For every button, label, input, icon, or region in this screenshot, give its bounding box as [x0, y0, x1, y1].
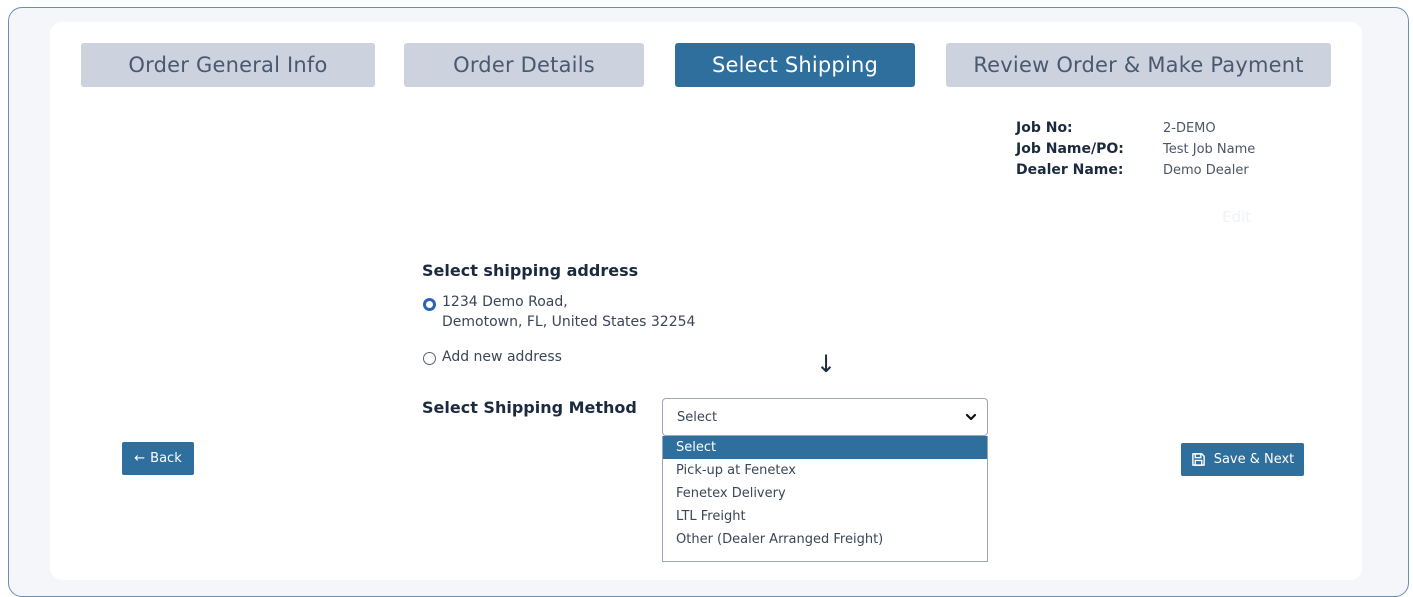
job-info-panel: Job No: 2-DEMO Job Name/PO: Test Job Nam… — [1016, 118, 1255, 181]
tab-select-shipping[interactable]: Select Shipping — [675, 43, 915, 87]
dropdown-option-ltl-freight[interactable]: LTL Freight — [663, 505, 987, 528]
address-option[interactable]: 1234 Demo Road, Demotown, FL, United Sta… — [442, 292, 695, 332]
back-button-label: Back — [150, 451, 182, 466]
address-line-1: 1234 Demo Road, — [442, 294, 568, 310]
arrow-left-icon: ← — [134, 451, 146, 466]
job-name-value: Test Job Name — [1163, 142, 1256, 157]
add-new-address-radio[interactable] — [423, 352, 436, 365]
dropdown-option-select[interactable]: Select — [663, 436, 987, 459]
job-no-label: Job No: — [1016, 120, 1073, 136]
down-arrow-icon: ↓ — [816, 350, 837, 378]
shipping-method-select[interactable]: Select — [662, 398, 988, 436]
dropdown-option-other[interactable]: Other (Dealer Arranged Freight) — [663, 528, 987, 551]
dealer-name-label: Dealer Name: — [1016, 162, 1124, 178]
address-line-2: Demotown, FL, United States 32254 — [442, 314, 696, 330]
tab-review-order-payment[interactable]: Review Order & Make Payment — [946, 43, 1331, 87]
dropdown-option-fenetex-delivery[interactable]: Fenetex Delivery — [663, 482, 987, 505]
dropdown-option-pickup[interactable]: Pick-up at Fenetex — [663, 459, 987, 482]
shipping-address-title: Select shipping address — [422, 261, 639, 280]
tab-order-details[interactable]: Order Details — [404, 43, 644, 87]
dealer-name-value: Demo Dealer — [1163, 163, 1249, 178]
tab-order-general-info[interactable]: Order General Info — [81, 43, 375, 87]
back-button[interactable]: ← Back — [122, 442, 194, 475]
shipping-method-title: Select Shipping Method — [422, 398, 637, 417]
job-no-value: 2-DEMO — [1163, 121, 1216, 136]
shipping-method-selected-value: Select — [677, 409, 718, 425]
chevron-down-icon — [965, 413, 977, 421]
save-next-label: Save & Next — [1213, 452, 1295, 467]
save-next-button[interactable]: Save & Next — [1181, 443, 1304, 476]
job-name-label: Job Name/PO: — [1016, 141, 1124, 157]
add-new-address-label[interactable]: Add new address — [442, 347, 562, 367]
save-icon — [1191, 453, 1205, 466]
address-radio-selected[interactable] — [423, 298, 436, 311]
shipping-method-dropdown: Select Pick-up at Fenetex Fenetex Delive… — [662, 436, 988, 562]
edit-button[interactable]: Edit — [1222, 208, 1251, 226]
